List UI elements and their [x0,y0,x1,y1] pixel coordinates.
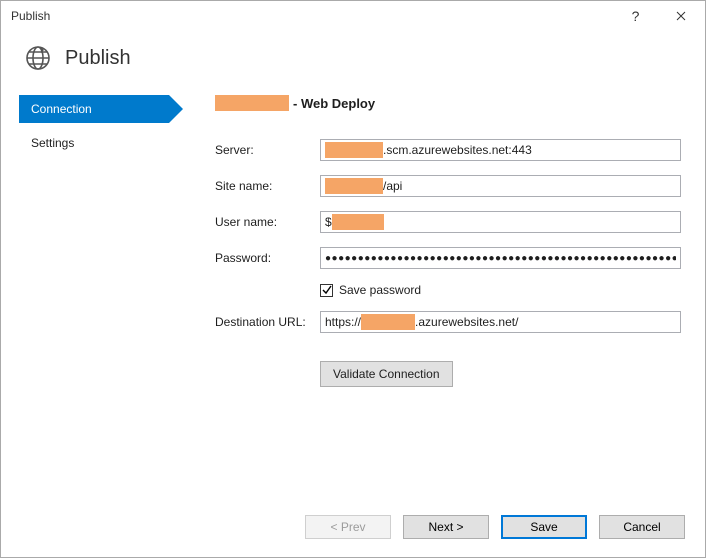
dest-suffix: .azurewebsites.net/ [415,315,518,329]
globe-icon [25,45,51,71]
site-input[interactable]: /api [320,175,681,197]
close-icon [676,11,686,21]
prev-button: < Prev [305,515,391,539]
cancel-button[interactable]: Cancel [599,515,685,539]
dest-prefix: https:// [325,315,361,329]
header: Publish [1,31,705,85]
password-label: Password: [215,251,320,265]
check-icon [322,285,332,295]
server-value: .scm.azurewebsites.net:443 [383,143,532,157]
password-input[interactable]: ●●●●●●●●●●●●●●●●●●●●●●●●●●●●●●●●●●●●●●●●… [320,247,681,269]
user-prefix: $ [325,215,332,229]
redacted-text [215,95,289,111]
sidebar-item-connection[interactable]: Connection [19,95,169,123]
site-value: /api [383,179,402,193]
main-panel: - Web Deploy Server: .scm.azurewebsites.… [169,95,687,501]
publish-dialog: Publish ? Publish Connection Settings [0,0,706,558]
dest-label: Destination URL: [215,315,320,329]
server-input[interactable]: .scm.azurewebsites.net:443 [320,139,681,161]
close-button[interactable] [658,1,703,31]
page-title: Publish [65,47,131,70]
user-label: User name: [215,215,320,229]
validate-connection-button[interactable]: Validate Connection [320,361,453,387]
server-label: Server: [215,143,320,157]
profile-heading: - Web Deploy [215,95,681,111]
save-password-label: Save password [339,283,421,297]
redacted-text [325,178,383,194]
sidebar-item-label: Settings [31,136,74,150]
help-button[interactable]: ? [613,1,658,31]
profile-suffix: - Web Deploy [293,96,375,111]
next-button[interactable]: Next > [403,515,489,539]
sidebar-item-settings[interactable]: Settings [19,129,169,157]
user-input[interactable]: $ [320,211,681,233]
site-label: Site name: [215,179,320,193]
titlebar: Publish ? [1,1,705,31]
save-button[interactable]: Save [501,515,587,539]
dest-input[interactable]: https:// .azurewebsites.net/ [320,311,681,333]
footer: < Prev Next > Save Cancel [1,501,705,557]
save-password-checkbox[interactable] [320,284,333,297]
redacted-text [361,314,415,330]
password-masked: ●●●●●●●●●●●●●●●●●●●●●●●●●●●●●●●●●●●●●●●●… [325,253,676,264]
window-title: Publish [11,9,50,23]
redacted-text [325,142,383,158]
sidebar-item-label: Connection [31,102,92,116]
redacted-text [332,214,384,230]
validate-label: Validate Connection [333,367,440,381]
sidebar: Connection Settings [19,95,169,501]
